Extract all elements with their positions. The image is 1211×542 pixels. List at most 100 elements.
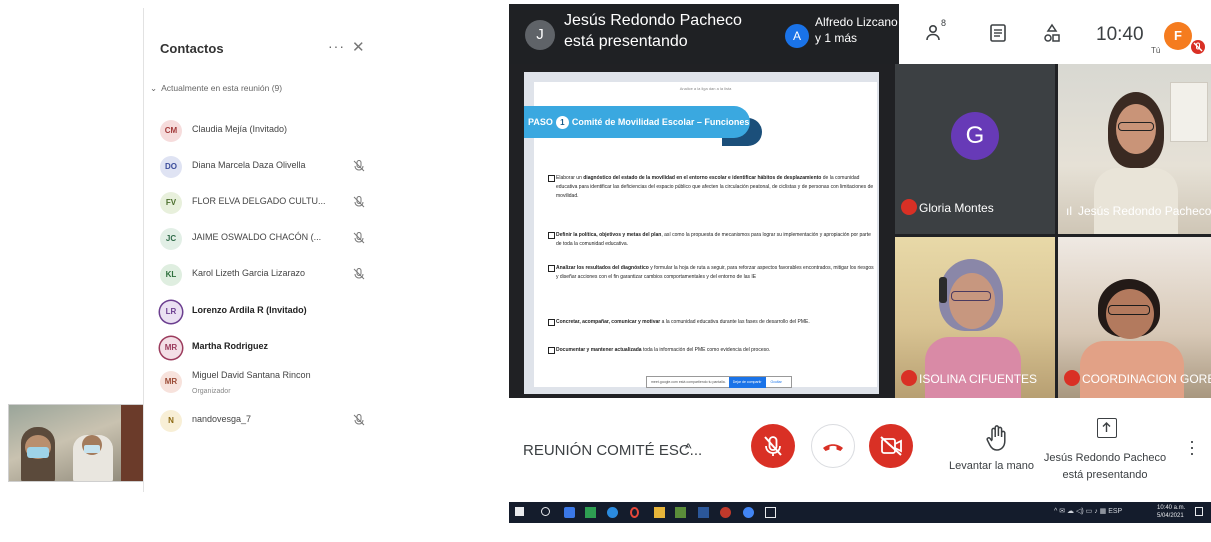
presenter-avatar: J xyxy=(525,20,555,50)
slide-top-text: Analice a la liga dan a la lista xyxy=(679,86,732,91)
app-icon[interactable] xyxy=(675,507,686,518)
contact-row[interactable]: MR Miguel David Santana Rincon Organizador xyxy=(160,369,375,395)
shared-slide: Analice a la liga dan a la lista PASO 1 Co… xyxy=(524,82,877,388)
slide-bullet: Analizar los resultados del diagnóstico … xyxy=(548,264,874,282)
raise-hand-label: Levantar la mano xyxy=(949,460,1034,472)
wall-poster xyxy=(1170,82,1208,142)
file-explorer-icon[interactable] xyxy=(654,507,665,518)
raise-hand-icon xyxy=(986,425,1006,451)
contact-name: Miguel David Santana Rincon xyxy=(192,370,311,380)
section-label: Actualmente en esta reunión (9) xyxy=(161,83,283,93)
search-icon[interactable] xyxy=(541,507,550,516)
participant-tile-gloria[interactable]: G Gloria Montes xyxy=(895,64,1055,234)
mic-off-button[interactable] xyxy=(751,424,795,468)
participant-name: COORDINACION GORE... xyxy=(1082,372,1211,386)
presentation-area: Analice a la liga dan a la lista PASO 1 Co… xyxy=(524,72,879,394)
bullet-bold-text: Documentar y mantener actualizada xyxy=(556,347,642,353)
muted-mic-icon xyxy=(353,160,365,172)
participant-tile-jesus[interactable]: ıl Jesús Redondo Pacheco xyxy=(1058,64,1211,234)
contact-row[interactable]: JC JAIME OSWALDO CHACÓN (... xyxy=(160,226,375,250)
screen-share-bar: meet.google.com está compartiendo tu pan… xyxy=(646,376,792,388)
bullet-text: a la comunidad educativa durante las fas… xyxy=(660,319,810,325)
slide-bullet: Elaborar un diagnóstico del estado de la… xyxy=(548,174,874,200)
contact-name: Lorenzo Ardila R (Invitado) xyxy=(192,305,307,315)
raise-hand-button[interactable] xyxy=(985,424,1009,454)
contacts-panel: Contactos ··· ✕ ⌄ Actualmente en esta reu… xyxy=(143,8,389,492)
system-tray[interactable]: ^ ✉ ☁ ◁) ▭ ♪ ▦ ESP xyxy=(1054,507,1122,515)
muted-mic-icon xyxy=(901,370,917,386)
chrome-icon[interactable] xyxy=(743,507,754,518)
muted-mic-icon xyxy=(353,268,365,280)
muted-mic-icon xyxy=(353,232,365,244)
muted-mic-icon xyxy=(353,414,365,426)
language-indicator: ESP xyxy=(1108,508,1123,515)
contact-row[interactable]: CM Claudia Mejía (Invitado) xyxy=(160,118,375,142)
slide-bullet: Definir la política, objetivos y metas d… xyxy=(548,231,874,249)
contact-row[interactable]: MR Martha Rodriguez xyxy=(160,335,375,359)
edge-icon[interactable] xyxy=(564,507,575,518)
present-button[interactable] xyxy=(1097,418,1117,438)
contact-name: Martha Rodriguez xyxy=(192,341,269,351)
contact-row[interactable]: Nnandovesga_7 xyxy=(160,408,375,432)
chat-icon[interactable] xyxy=(987,22,1009,44)
contact-avatar: N xyxy=(160,410,182,432)
in-meeting-section-header[interactable]: ⌄ Actualmente en esta reunión (9) xyxy=(150,83,282,94)
contact-avatar: FV xyxy=(160,192,182,214)
hide-share-button[interactable]: Ocultar xyxy=(770,380,781,384)
presenting-status: Jesús Redondo Pacheco está presentando xyxy=(1043,452,1167,481)
word-icon[interactable] xyxy=(698,507,709,518)
meeting-name[interactable]: REUNIÓN COMITÉ ESC... xyxy=(523,442,702,459)
mic-off-icon xyxy=(764,436,782,456)
windows-start-icon[interactable] xyxy=(515,507,524,516)
people-icon[interactable]: 8 xyxy=(925,18,947,44)
more-options-icon[interactable]: ··· xyxy=(328,38,345,54)
opera-icon[interactable] xyxy=(630,507,639,518)
contact-name: nandovesga_7 xyxy=(192,414,252,424)
participant-tile-isolina[interactable]: ISOLINA CIFUENTES xyxy=(895,237,1055,398)
activities-icon[interactable] xyxy=(1041,22,1063,44)
bullet-bold-text: diagnóstico del estado de la movilidad e… xyxy=(583,175,822,181)
contact-row[interactable]: DO Diana Marcela Daza Olivella xyxy=(160,154,375,178)
participant-avatar: G xyxy=(951,112,999,160)
contacts-title: Contactos xyxy=(160,41,224,56)
slide-bullet: Concretar, acompañar, comunicar y motiva… xyxy=(548,318,874,327)
hangup-button[interactable] xyxy=(811,424,855,468)
tray-icons: ^ ✉ ☁ ◁) ▭ ♪ ▦ xyxy=(1054,508,1109,515)
app-icon[interactable] xyxy=(720,507,731,518)
stop-sharing-button[interactable]: Dejar de compartir xyxy=(728,377,766,388)
contact-avatar: JC xyxy=(160,228,182,250)
my-avatar[interactable]: F xyxy=(1164,22,1192,50)
contact-row[interactable]: LR Lorenzo Ardila R (Invitado) xyxy=(160,299,375,323)
contact-name: JAIME OSWALDO CHACÓN (... xyxy=(192,232,322,242)
slide-bullet: Documentar y mantener actualizada toda l… xyxy=(548,346,874,355)
contact-row[interactable]: KL Karol Lizeth Garcia Lizarazo xyxy=(160,262,375,286)
bullet-text: Elaborar un xyxy=(556,175,584,181)
people-count: 8 xyxy=(941,18,947,28)
meet-window: J Jesús Redondo Pacheco está presentando… xyxy=(509,4,1211,523)
camera-off-button[interactable] xyxy=(869,424,913,468)
photos-icon[interactable] xyxy=(765,507,776,518)
chevron-up-icon[interactable]: ^ xyxy=(685,440,692,456)
other-participants-label: Alfredo Lizcano y 1 más xyxy=(815,15,898,45)
bottom-control-bar: REUNIÓN COMITÉ ESC... ^ Levantar la mano… xyxy=(509,398,1211,502)
contact-avatar: MR xyxy=(160,337,182,359)
bullet-bold-text: Analizar los resultados del diagnóstico xyxy=(556,265,649,271)
taskbar-clock[interactable]: 10:40 a.m. 5/04/2021 xyxy=(1157,504,1185,520)
participant-tile-coordinacion[interactable]: COORDINACION GORE... xyxy=(1058,237,1211,398)
speaking-indicator-icon: ıl xyxy=(1066,204,1072,218)
close-icon[interactable]: ✕ xyxy=(352,38,365,56)
app-icon[interactable] xyxy=(607,507,618,518)
me-label: Tú xyxy=(1151,46,1161,55)
notifications-icon[interactable] xyxy=(1195,507,1203,516)
muted-mic-icon xyxy=(1064,370,1080,386)
more-vert-icon[interactable]: · · · xyxy=(1189,432,1195,462)
video-stage: Analice a la liga dan a la lista PASO 1 Co… xyxy=(509,64,1211,398)
slide-step-header: PASO 1 Comité de Movilidad Escolar – Funci… xyxy=(524,106,750,138)
contact-avatar: DO xyxy=(160,156,182,178)
contact-name: FLOR ELVA DELGADO CULTU... xyxy=(192,196,326,206)
excel-icon[interactable] xyxy=(585,507,596,518)
muted-mic-icon xyxy=(901,199,917,215)
contact-avatar: CM xyxy=(160,120,182,142)
taskbar-date: 5/04/2021 xyxy=(1157,513,1184,519)
contact-row[interactable]: FV FLOR ELVA DELGADO CULTU... xyxy=(160,190,375,214)
